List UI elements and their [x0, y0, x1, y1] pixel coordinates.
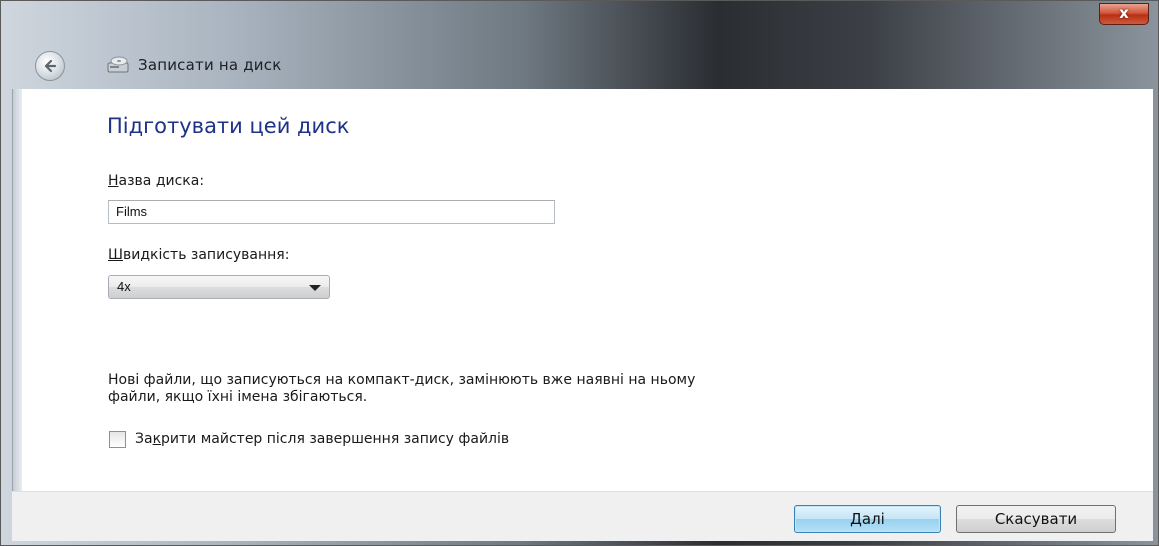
close-wizard-label[interactable]: Закрити майстер після завершення запису …: [135, 431, 509, 447]
close-wizard-label-accelerator: к: [152, 431, 162, 447]
page-heading: Підготувати цей диск: [107, 114, 350, 138]
chevron-down-icon: [309, 285, 321, 291]
overwrite-note: Нові файли, що записуються на компакт-ди…: [108, 372, 988, 406]
close-icon: x: [1119, 4, 1129, 22]
disc-name-label-text: азва диска:: [118, 173, 205, 189]
overwrite-note-line2: файли, якщо їхні імена збігаються.: [108, 389, 368, 405]
next-button-accelerator: Д: [850, 510, 862, 528]
back-button[interactable]: [35, 51, 65, 81]
close-wizard-label-pre: За: [135, 431, 153, 447]
button-bar: Далі Скасувати: [12, 491, 1153, 541]
close-wizard-label-text: рити майстер після завершення запису фай…: [161, 431, 510, 447]
write-speed-label-text: видкість записування:: [122, 247, 290, 263]
next-button-label: алі: [861, 510, 885, 528]
window-title: Записати на диск: [138, 56, 282, 74]
back-arrow-icon: [44, 59, 57, 73]
close-button[interactable]: x: [1099, 3, 1149, 25]
write-speed-dropdown[interactable]: 4x: [108, 275, 330, 299]
next-button[interactable]: Далі: [794, 505, 941, 533]
write-speed-value: 4x: [117, 279, 131, 294]
close-wizard-checkbox[interactable]: [109, 431, 126, 448]
title-bar: x Записати на диск: [1, 1, 1158, 89]
disc-name-input[interactable]: Films: [108, 200, 555, 224]
disc-name-label-accelerator: Н: [108, 173, 119, 189]
disc-burner-icon: [107, 56, 129, 73]
cancel-button[interactable]: Скасувати: [956, 505, 1116, 533]
burn-disc-window: x Записати на диск Підготувати цей диск …: [0, 0, 1159, 546]
write-speed-label: Швидкість записування:: [108, 247, 289, 263]
wizard-content: Підготувати цей диск Назва диска: Films …: [12, 89, 1153, 491]
disc-name-label: Назва диска:: [108, 173, 204, 189]
left-edge: [13, 89, 22, 491]
overwrite-note-line1: Нові файли, що записуються на компакт-ди…: [108, 372, 696, 388]
write-speed-label-accelerator: Ш: [108, 247, 123, 263]
